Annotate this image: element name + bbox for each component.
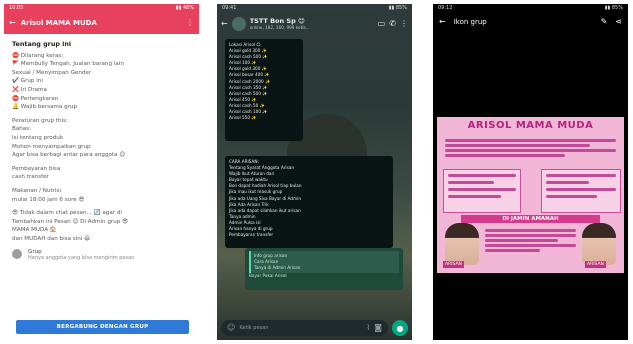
status-bar: 09:41 ▮▮ 85% — [217, 4, 412, 12]
status-icons: ▮▮ 85% — [388, 5, 407, 11]
desc-line: Peraturan grup this: — [12, 117, 68, 124]
more-options-icon[interactable]: ⋮ — [186, 19, 194, 27]
description-heading: Tentang grup ini — [12, 40, 72, 48]
desc-line: Makanan / Nutrisi — [12, 187, 62, 194]
quoted-message[interactable]: Info grup arisan Cara Arisan Tanya di Ad… — [249, 251, 399, 273]
mic-button[interactable]: ● — [392, 320, 408, 336]
status-time: 10:05 — [9, 5, 24, 11]
desc-line: Tambahkan ini Pesan 😊 Di Admin grup 😎 — [12, 218, 128, 225]
desc-line: Mohon menyampaikan grup — [12, 143, 91, 150]
desc-line: Isi tentang produk — [12, 134, 64, 141]
group-icon — [12, 249, 22, 260]
desc-line: Bahas: — [12, 126, 32, 133]
emoji-icon[interactable]: ☺ — [227, 324, 235, 332]
status-icons: ▮▮ 85% — [604, 5, 623, 11]
desc-line: cash transfer — [12, 174, 49, 181]
poster-lines — [445, 137, 616, 159]
desc-line: Agar bisa berbagi antar para anggota 😊 — [12, 152, 126, 159]
view-title: Ikon grup — [453, 18, 487, 26]
desc-line: Sexual / Menyimpan Gender — [12, 69, 92, 76]
share-icon[interactable]: ⋖ — [615, 18, 622, 26]
poster-photo-right — [582, 223, 616, 265]
message-line: Pembayaran transfer — [229, 232, 274, 238]
phone-group-icon-view: 09:12 ▮▮ 85% ← Ikon grup ✎ ⋖ ARISOL MAMA… — [433, 4, 628, 340]
desc-line: MAMA MUDA 🏠 — [12, 227, 57, 234]
desc-line: ✔️ Grup ini — [12, 78, 43, 85]
phone-chat-view: 09:41 ▮▮ 85% ← TSTT Bon Sp 😊 online, 182… — [217, 4, 412, 340]
desc-line: ❌ Iri Drama — [12, 86, 47, 93]
back-arrow-icon[interactable]: ← — [439, 18, 446, 26]
attach-icon[interactable]: ⌇ — [366, 324, 370, 332]
poster-info-box — [443, 169, 521, 213]
phone-call-icon[interactable]: ✆ — [389, 20, 396, 28]
sent-message-bubble[interactable]: Info grup arisan Cara Arisan Tanya di Ad… — [245, 248, 403, 290]
desc-line: dan MUDAH dan bisa sini 😆 — [12, 235, 90, 242]
mic-icon: ● — [396, 323, 404, 333]
desc-line: ⛔ Pertengkaran — [12, 95, 59, 102]
more-options-icon[interactable]: ⋮ — [400, 20, 408, 28]
status-bar: 10:05 ▮▮ 48% — [4, 4, 199, 12]
chat-title[interactable]: TSTT Bon Sp 😊 — [250, 18, 374, 25]
message-bubble[interactable]: Lokasi Arisol ☺ Arisol gold 300 ✨ Arisol… — [225, 39, 303, 141]
phone-group-info: 10:05 ▮▮ 48% ← Arisol MAMA MUDA ⋮ Tentan… — [4, 4, 199, 340]
desc-line: ⛔ Dilarang keras: — [12, 52, 64, 59]
join-group-button[interactable]: BERGABUNG DENGAN GRUP — [16, 320, 189, 334]
camera-icon[interactable]: ◙ — [374, 324, 382, 332]
app-bar: ← Arisol MAMA MUDA ⋮ — [4, 12, 199, 34]
status-time: 09:41 — [222, 5, 237, 11]
status-icons: ▮▮ 48% — [175, 5, 194, 11]
poster-title: ARISOL MAMA MUDA — [467, 120, 594, 131]
message-bubble[interactable]: CARA ARISAN: Tentang Syarat Anggota Aris… — [225, 156, 393, 248]
message-placeholder: Ketik pesan — [239, 325, 269, 331]
message-line: Bayar Pakai Arisol — [249, 273, 287, 278]
desc-line: 😎 Tidak dalam chat pesan... 🔄 agar di — [12, 210, 122, 217]
chat-subtitle: online, 182, 160, 999 ketik... — [249, 25, 310, 30]
app-bar: ← Ikon grup ✎ ⋖ — [433, 12, 628, 32]
poster-tag-right: ARISAN — [585, 261, 606, 268]
group-type-row: Grup Hanya anggota yang bisa mengirim pe… — [4, 249, 199, 261]
desc-line: 🚩 Membully Tengah, Jualan barang lain — [12, 61, 124, 68]
poster-title-band: ARISOL MAMA MUDA — [437, 120, 624, 131]
status-bar: 09:12 ▮▮ 85% — [433, 4, 628, 12]
chat-app-bar: ← TSTT Bon Sp 😊 online, 182, 160, 999 ke… — [217, 13, 412, 35]
back-arrow-icon[interactable]: ← — [9, 19, 16, 27]
edit-icon[interactable]: ✎ — [601, 18, 608, 26]
group-title: Arisol MAMA MUDA — [20, 19, 97, 27]
group-type-subtitle: Hanya anggota yang bisa mengirim pesan — [28, 255, 135, 262]
desc-line: Pembayaran bisa — [12, 165, 61, 172]
desc-line: 🔔 Wajib bersama grup — [12, 104, 78, 111]
poster-photo-left — [445, 223, 479, 265]
poster-banner: DI JAMIN AMANAH — [461, 215, 600, 223]
message-line: Tanya di Admin Arisan — [254, 265, 301, 270]
video-call-icon[interactable]: ▭ — [378, 20, 386, 28]
avatar[interactable] — [231, 17, 246, 31]
poster-info-box — [541, 169, 621, 213]
group-icon-image: ARISOL MAMA MUDA DI JAMIN AMANAH ARISAN … — [437, 117, 624, 273]
status-time: 09:12 — [438, 5, 453, 11]
poster-lines — [485, 227, 576, 254]
poster-tag-left: ARISAN — [443, 261, 464, 268]
desc-line: mulai 18:00 jam 6 sore 😎 — [12, 196, 85, 203]
message-line: Arisol 550 ✨ — [229, 115, 257, 121]
back-arrow-icon[interactable]: ← — [221, 20, 228, 28]
group-description: Tentang grup ini ⛔ Dilarang keras: 🚩 Mem… — [4, 34, 199, 243]
message-input[interactable]: ☺ Ketik pesan ⌇ ◙ — [221, 320, 388, 336]
